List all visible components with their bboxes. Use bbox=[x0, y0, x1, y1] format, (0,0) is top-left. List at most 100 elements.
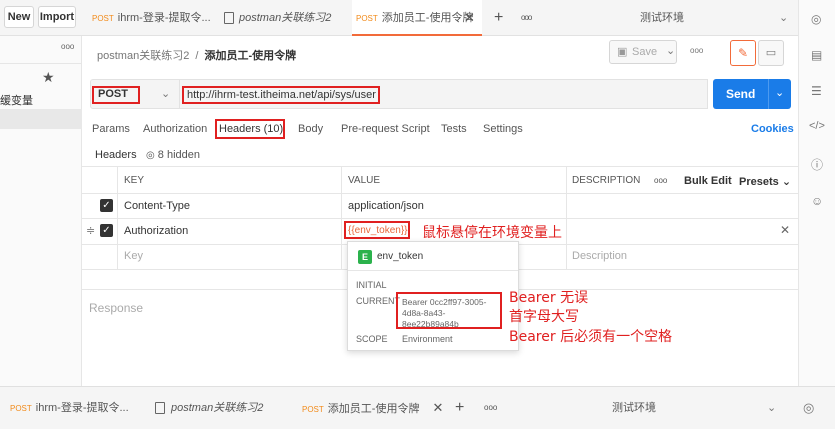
comment-icon[interactable]: ☺ bbox=[811, 194, 823, 208]
sidebar-item-selected[interactable] bbox=[0, 109, 82, 129]
chevron-down-icon: ⌄ bbox=[781, 176, 792, 188]
import-button[interactable]: Import bbox=[38, 6, 76, 28]
tab-label: 添加员工-使用令牌 bbox=[381, 12, 474, 24]
close-icon[interactable]: ✕ bbox=[464, 0, 475, 36]
tab-ihrm-login[interactable]: POST ihrm-登录-提取令... bbox=[10, 393, 129, 423]
chevron-down-icon[interactable]: ⌄ bbox=[666, 44, 675, 57]
info-icon[interactable]: ⓘ bbox=[811, 156, 823, 173]
send-button[interactable]: Send ⌄ bbox=[713, 79, 791, 109]
breadcrumb-separator: / bbox=[195, 50, 199, 62]
tab-ihrm-login[interactable]: POST ihrm-登录-提取令... bbox=[88, 0, 213, 36]
col-key-header: KEY bbox=[124, 175, 145, 186]
tab-authorization[interactable]: Authorization bbox=[143, 123, 207, 135]
tab-add-employee[interactable]: POST 添加员工-使用令牌 ✕ bbox=[302, 393, 443, 423]
comments-icon[interactable]: ▭ bbox=[758, 40, 784, 66]
add-tab-button[interactable]: + bbox=[494, 0, 503, 36]
drag-handle-icon[interactable]: ≑ bbox=[86, 224, 95, 237]
breadcrumb-collection[interactable]: postman关联练习2 bbox=[97, 50, 189, 62]
env-variable-highlight bbox=[344, 221, 410, 239]
presets-button[interactable]: Presets ⌄ bbox=[739, 175, 791, 188]
sidebar: ooo ★ 缓变量 bbox=[0, 36, 82, 386]
scope-label: SCOPE bbox=[356, 334, 388, 344]
table-more-button[interactable]: ooo bbox=[654, 176, 667, 185]
col-description-header: DESCRIPTION bbox=[572, 175, 641, 186]
header-value[interactable]: application/json bbox=[348, 200, 424, 212]
row-checkbox[interactable]: ✓ bbox=[100, 224, 113, 237]
chevron-down-icon[interactable]: ⌄ bbox=[779, 0, 788, 36]
chevron-down-icon[interactable]: ⌄ bbox=[775, 86, 784, 99]
breadcrumb: postman关联练习2 / 添加员工-使用令牌 bbox=[97, 47, 296, 63]
tab-body[interactable]: Body bbox=[298, 123, 323, 135]
env-variable-name: env_token bbox=[377, 251, 424, 262]
response-label: Response bbox=[89, 301, 144, 315]
save-button[interactable]: ▣ Save ⌄ bbox=[609, 40, 677, 64]
tab-label: postman关联练习2 bbox=[239, 12, 332, 24]
environment-select[interactable]: 测试环境 bbox=[612, 393, 656, 423]
send-label: Send bbox=[726, 87, 756, 101]
tab-settings[interactable]: Settings bbox=[483, 123, 523, 135]
tab-prerequest[interactable]: Pre-request Script bbox=[341, 123, 430, 135]
eye-icon[interactable]: ◎ bbox=[811, 12, 821, 26]
tab-method: POST bbox=[10, 404, 32, 413]
cookies-link[interactable]: Cookies bbox=[751, 123, 794, 135]
tab-label: ihrm-登录-提取令... bbox=[35, 402, 129, 414]
tab-collection[interactable]: postman关联练习2 bbox=[155, 393, 263, 423]
eye-icon: ◎ bbox=[146, 150, 155, 161]
save-label: Save bbox=[632, 46, 658, 58]
delete-row-icon[interactable]: ✕ bbox=[780, 223, 790, 237]
tab-method: POST bbox=[356, 14, 378, 23]
description-input-placeholder[interactable]: Description bbox=[572, 250, 627, 262]
document-icon[interactable]: ▤ bbox=[811, 48, 822, 62]
header-key[interactable]: Content-Type bbox=[124, 200, 190, 212]
document-icon bbox=[155, 402, 165, 415]
close-icon[interactable]: ✕ bbox=[433, 400, 444, 415]
annotation-space-required: Bearer 后必须有一个空格 bbox=[509, 329, 673, 345]
tab-params[interactable]: Params bbox=[92, 123, 130, 135]
hover-annotation: 鼠标悬停在环境变量上 bbox=[422, 225, 562, 241]
url-highlight bbox=[182, 86, 380, 104]
annotation-capitalized: 首字母大写 bbox=[509, 309, 579, 325]
tab-label: postman关联练习2 bbox=[171, 402, 264, 414]
sidebar-more-button[interactable]: ooo bbox=[61, 42, 74, 51]
top-tab-bar: New Import POST ihrm-登录-提取令... postman关联练… bbox=[0, 0, 835, 36]
save-icon: ▣ bbox=[617, 46, 628, 58]
scope-value: Environment bbox=[402, 334, 453, 344]
headers-title: Headers bbox=[95, 149, 137, 161]
edit-icon[interactable]: ✎ bbox=[730, 40, 756, 66]
sidebar-item-label[interactable]: 缓变量 bbox=[0, 92, 33, 108]
key-input-placeholder[interactable]: Key bbox=[124, 250, 143, 262]
tab-label: 添加员工-使用令牌 bbox=[327, 403, 420, 415]
tab-method: POST bbox=[92, 14, 114, 23]
code-icon[interactable]: </> bbox=[809, 120, 825, 132]
list-icon[interactable]: ☰ bbox=[811, 84, 822, 98]
add-tab-button[interactable]: + bbox=[455, 393, 464, 423]
tab-tests[interactable]: Tests bbox=[441, 123, 467, 135]
tab-add-employee[interactable]: POST 添加员工-使用令牌 ✕ bbox=[352, 0, 482, 36]
col-value-header: VALUE bbox=[348, 175, 381, 186]
presets-label: Presets bbox=[739, 176, 779, 188]
method-highlight bbox=[92, 86, 140, 104]
more-options-button[interactable]: ooo bbox=[690, 46, 703, 55]
tab-collection[interactable]: postman关联练习2 bbox=[220, 0, 345, 36]
annotation-bearer-ok: Bearer 无误 bbox=[509, 290, 589, 306]
environment-select[interactable]: 测试环境 bbox=[640, 0, 684, 36]
bulk-edit-button[interactable]: Bulk Edit bbox=[684, 175, 732, 187]
row-checkbox[interactable]: ✓ bbox=[100, 199, 113, 212]
breadcrumb-request: 添加员工-使用令牌 bbox=[204, 50, 297, 62]
popup-divider bbox=[348, 270, 518, 271]
initial-label: INITIAL bbox=[356, 280, 387, 290]
star-icon[interactable]: ★ bbox=[42, 69, 55, 86]
hidden-headers-toggle[interactable]: ◎ 8 hidden bbox=[146, 149, 200, 161]
tab-label: ihrm-登录-提取令... bbox=[117, 12, 211, 24]
new-button[interactable]: New bbox=[4, 6, 34, 28]
current-label: CURRENT bbox=[356, 296, 400, 306]
eye-icon[interactable]: ◎ bbox=[803, 393, 814, 423]
current-value-highlight bbox=[396, 292, 502, 329]
chevron-down-icon[interactable]: ⌄ bbox=[767, 393, 776, 423]
header-key[interactable]: Authorization bbox=[124, 225, 188, 237]
tab-method: POST bbox=[302, 405, 324, 414]
chevron-down-icon: ⌄ bbox=[161, 88, 171, 100]
more-tabs-button[interactable]: ooo bbox=[521, 0, 532, 36]
more-tabs-button[interactable]: ooo bbox=[484, 393, 497, 423]
env-badge: E bbox=[358, 250, 372, 264]
